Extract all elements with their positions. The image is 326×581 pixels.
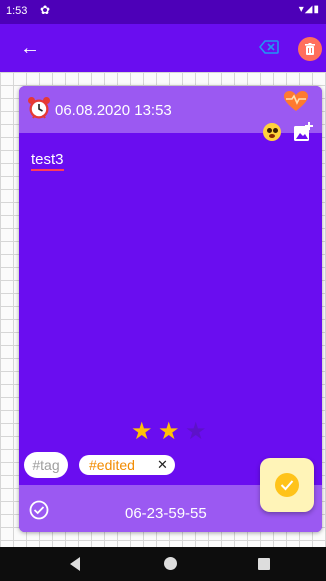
check-circle-icon[interactable] xyxy=(29,500,49,520)
alarm-clock-icon[interactable] xyxy=(27,96,51,120)
check-icon xyxy=(275,473,299,497)
note-text[interactable]: test3 xyxy=(31,152,64,171)
nav-home-icon[interactable] xyxy=(164,557,177,570)
heart-icon[interactable] xyxy=(283,90,309,112)
tag-chip[interactable]: #edited ✕ xyxy=(79,455,175,475)
star-filled-icon[interactable]: ★ xyxy=(158,420,180,444)
emoji-mouth xyxy=(269,134,275,138)
emoji-eye xyxy=(267,128,272,133)
gear-icon: ✿ xyxy=(40,3,51,17)
backspace-icon[interactable] xyxy=(259,40,279,54)
note-datetime: 06.08.2020 13:53 xyxy=(55,102,172,119)
star-filled-icon[interactable]: ★ xyxy=(131,420,153,444)
system-nav-bar xyxy=(0,547,326,581)
rating-stars[interactable]: ★ ★ ★ xyxy=(131,420,211,444)
wifi-signal-battery-icon: ▾◢▮ xyxy=(298,4,320,15)
add-image-icon[interactable] xyxy=(293,122,313,142)
delete-button[interactable] xyxy=(298,37,322,61)
tag-label: #edited xyxy=(89,457,135,473)
back-arrow-icon[interactable]: ← xyxy=(20,36,40,60)
close-icon[interactable]: ✕ xyxy=(157,455,168,475)
star-empty-icon[interactable]: ★ xyxy=(185,420,207,444)
trash-icon xyxy=(305,42,315,55)
app-bar: ← xyxy=(0,24,326,72)
nav-recent-icon[interactable] xyxy=(258,558,270,570)
save-button[interactable] xyxy=(260,458,314,512)
emoji-eye xyxy=(273,128,278,133)
status-time: 1:53 xyxy=(6,5,28,17)
note-code: 06-23-59-55 xyxy=(125,505,207,522)
status-bar: 1:53 ✿ ▾◢▮ xyxy=(0,0,326,24)
emoji-icon[interactable] xyxy=(263,123,281,141)
tag-input[interactable]: #tag xyxy=(24,452,68,478)
nav-back-icon[interactable] xyxy=(70,557,80,571)
